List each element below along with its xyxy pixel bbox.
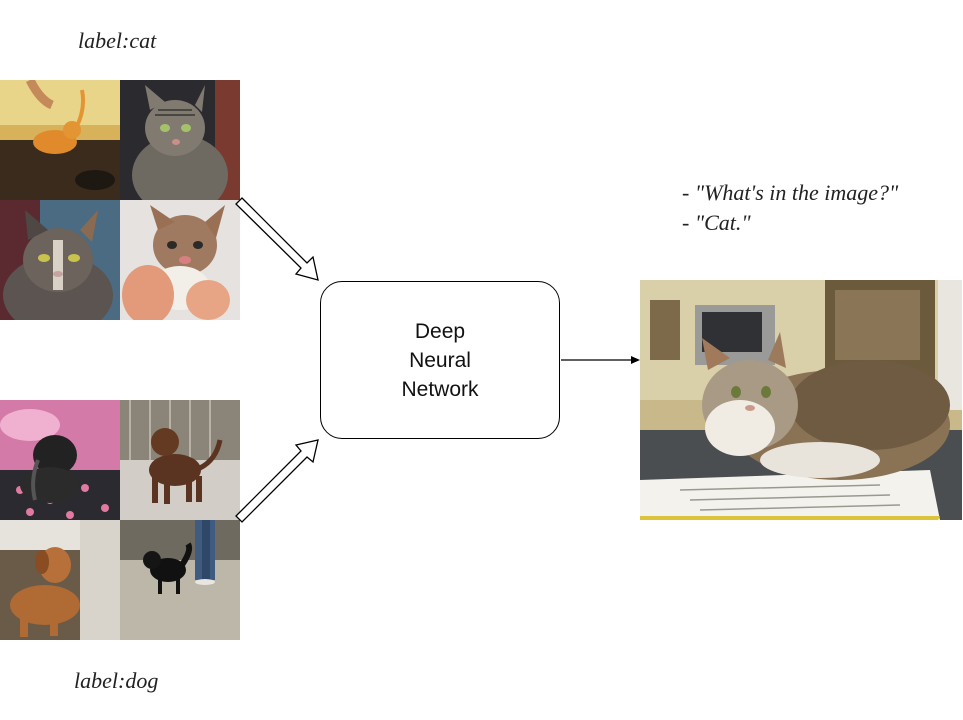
answer-text: "Cat." (694, 210, 751, 235)
tan-dog-lying-photo (0, 520, 120, 640)
question-text: "What's in the image?" (694, 180, 899, 205)
black-dog-on-pink-bed-photo (0, 400, 120, 520)
deep-neural-network-box: Deep Neural Network (320, 281, 560, 439)
network-label-line-2: Neural (409, 348, 471, 372)
question-prefix: - (682, 180, 695, 205)
network-label-line-3: Network (401, 377, 479, 401)
held-kitten-photo (120, 200, 240, 320)
orange-kitten-photo (0, 80, 120, 200)
network-to-output-arrow (561, 356, 640, 364)
dog-image-grid (0, 400, 240, 640)
answer-prefix: - (682, 210, 695, 235)
small-black-dog-photo (120, 520, 240, 640)
answer-line: - "Cat." (682, 208, 898, 238)
dog-to-network-arrow (235, 439, 319, 523)
fluffy-cat-on-papers-photo (640, 280, 962, 520)
question-answer-text: - "What's in the image?" - "Cat." (682, 178, 898, 238)
cat-label: label:cat (78, 28, 157, 53)
brown-dog-in-kennel-photo (120, 400, 240, 520)
dog-label: label:dog (74, 668, 159, 693)
cat-to-network-arrow (235, 197, 319, 281)
question-line: - "What's in the image?" (682, 178, 898, 208)
calico-cat-photo (0, 200, 120, 320)
network-label-line-1: Deep (414, 319, 466, 343)
cat-image-grid (0, 80, 240, 320)
tabby-cat-photo (120, 80, 240, 200)
